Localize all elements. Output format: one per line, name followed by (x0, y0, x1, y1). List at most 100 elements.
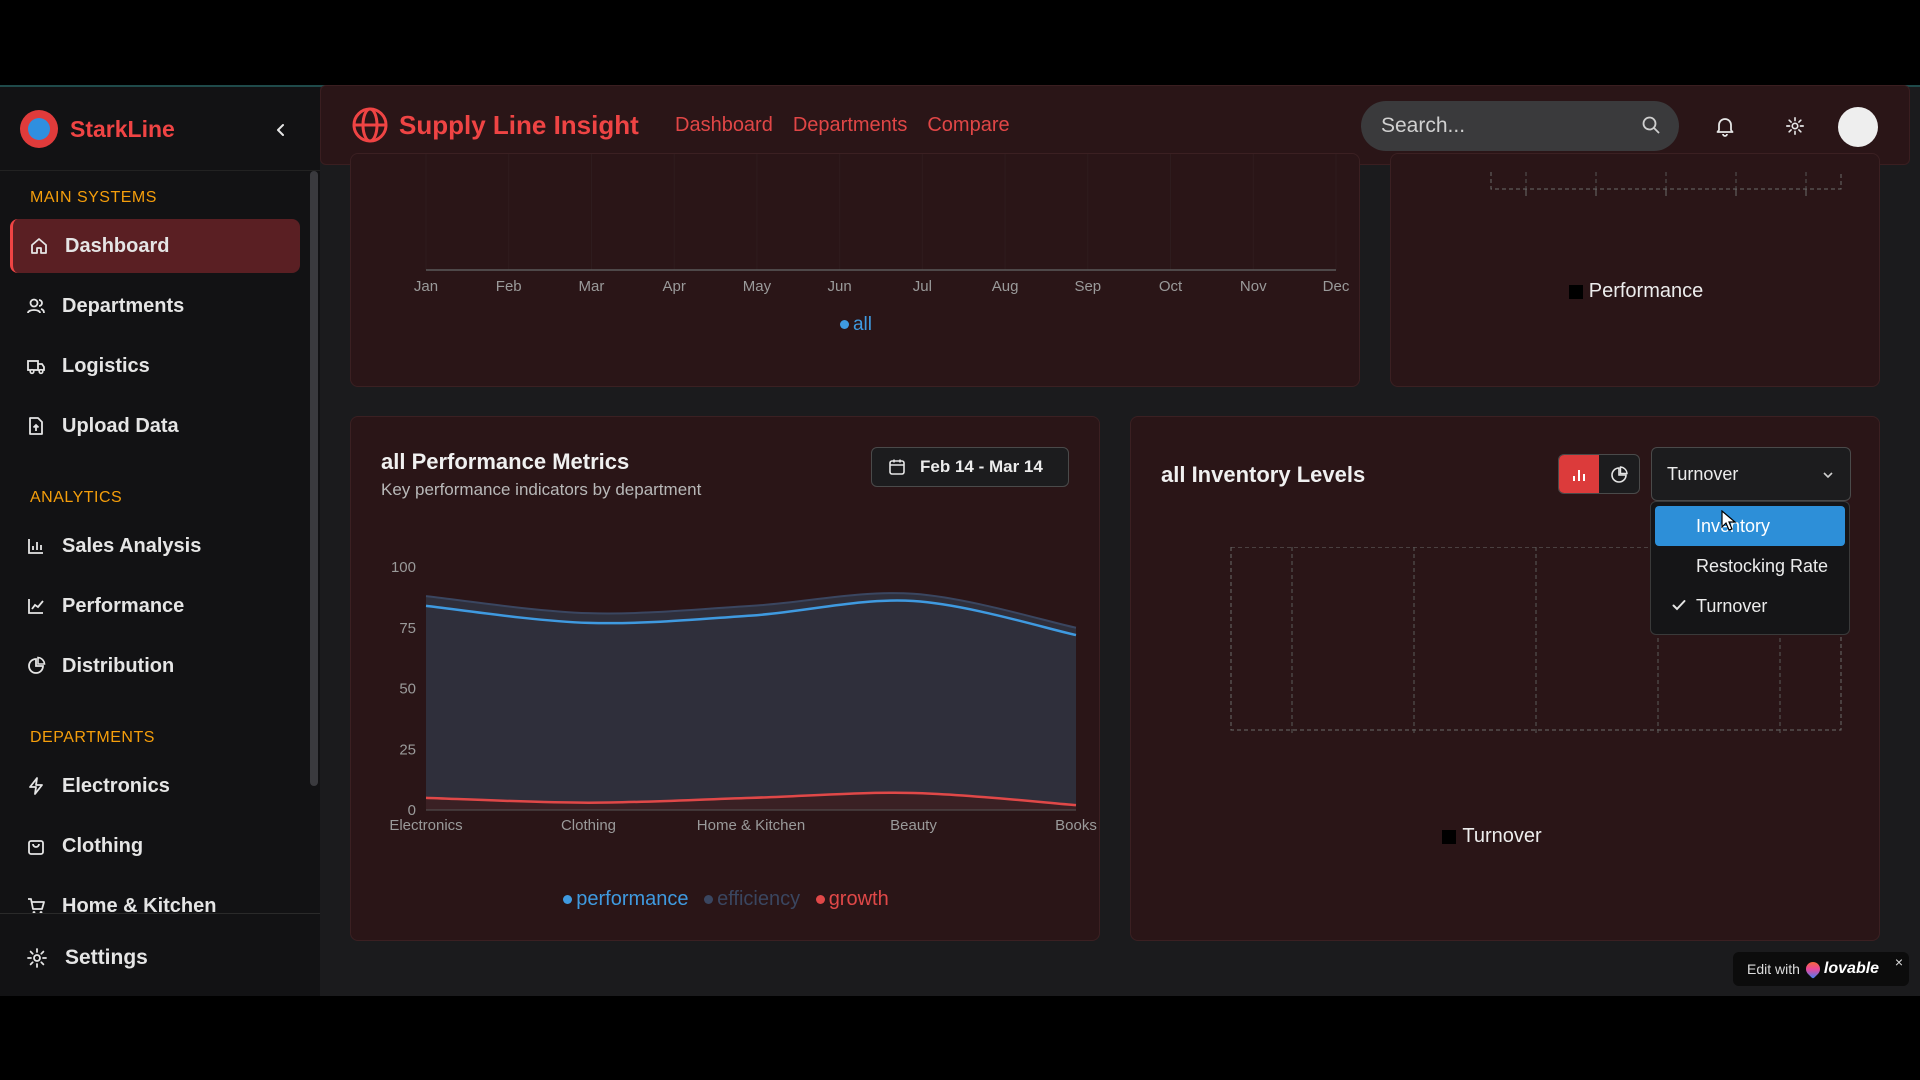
y-tick-label: 25 (399, 741, 416, 758)
check-icon (1671, 597, 1687, 618)
select-value: Turnover (1667, 463, 1739, 484)
users-icon (25, 295, 47, 317)
chart-legend: performance efficiency growth (351, 888, 1101, 911)
header-brand[interactable]: Supply Line Insight (351, 106, 639, 144)
x-tick-label: Jan (414, 278, 438, 295)
legend-performance[interactable]: performance (563, 888, 689, 910)
x-tick-label: Oct (1159, 278, 1183, 295)
legend-label: Turnover (1462, 825, 1542, 847)
home-icon (28, 235, 50, 257)
nav-link-compare[interactable]: Compare (927, 114, 1009, 137)
option-turnover[interactable]: Turnover (1655, 586, 1845, 626)
lightning-icon (25, 775, 47, 797)
sidebar-item-label: Performance (62, 594, 185, 617)
sidebar-item-departments[interactable]: Departments (10, 279, 300, 333)
x-tick-label: Dec (1323, 278, 1350, 295)
sidebar-item-label: Departments (62, 294, 185, 317)
x-tick-label: Jul (913, 278, 932, 295)
x-tick-label: Aug (992, 278, 1019, 295)
brand-logo-icon (20, 110, 58, 148)
sidebar-item-performance[interactable]: Performance (10, 579, 300, 633)
sidebar-item-upload-data[interactable]: Upload Data (10, 399, 300, 453)
legend-performance[interactable]: Performance (1391, 280, 1881, 303)
sidebar-item-dashboard[interactable]: Dashboard (10, 219, 300, 273)
y-tick-label: 50 (399, 681, 416, 698)
x-tick-label: Electronics (389, 817, 462, 834)
page-title: Supply Line Insight (399, 109, 639, 140)
metric-dropdown: Inventory Restocking Rate Turnover (1650, 501, 1850, 635)
pie-chart-toggle[interactable] (1599, 455, 1639, 493)
x-tick-label: Clothing (561, 817, 616, 834)
file-upload-icon (25, 415, 47, 437)
sidebar-item-logistics[interactable]: Logistics (10, 339, 300, 393)
sidebar-item-label: Clothing (62, 834, 144, 857)
settings-link[interactable]: Settings (25, 938, 148, 978)
pie-chart-icon (1611, 466, 1628, 483)
sidebar-item-distribution[interactable]: Distribution (10, 639, 300, 693)
legend-all[interactable]: all (351, 314, 1361, 336)
badge-prefix: Edit with (1747, 961, 1800, 977)
chevron-down-icon (1821, 466, 1835, 487)
x-tick-label: May (743, 278, 772, 295)
collapse-sidebar-button[interactable] (266, 115, 296, 145)
option-inventory[interactable]: Inventory (1655, 506, 1845, 546)
option-label: Restocking Rate (1696, 555, 1829, 576)
search-box (1361, 101, 1679, 151)
x-tick-label: Beauty (890, 817, 937, 834)
gear-icon (25, 946, 49, 970)
monthly-chart-card: Jan Feb Mar Apr May Jun Jul Aug Sep Oct Nov Dec all (350, 153, 1360, 387)
settings-label: Settings (65, 946, 148, 969)
sidebar-item-label: Sales Analysis (62, 534, 202, 557)
inventory-levels-card: all Inventory Levels Turnover Turnover (1130, 416, 1880, 941)
sidebar-item-sales-analysis[interactable]: Sales Analysis (10, 519, 300, 573)
bell-icon[interactable] (1713, 114, 1737, 138)
search-icon[interactable] (1641, 115, 1661, 140)
date-range-label: Feb 14 - Mar 14 (920, 457, 1043, 476)
sidebar-scrollbar[interactable] (310, 171, 318, 786)
option-restocking-rate[interactable]: Restocking Rate (1655, 546, 1845, 586)
close-icon[interactable]: × (1895, 954, 1903, 970)
monthly-chart: Jan Feb Mar Apr May Jun Jul Aug Sep Oct Nov Dec (414, 154, 1350, 295)
section-label-main: MAIN SYSTEMS (30, 189, 157, 206)
nav-link-departments[interactable]: Departments (793, 114, 908, 137)
sidebar-item-electronics[interactable]: Electronics (10, 759, 300, 813)
x-tick-label: Jun (828, 278, 852, 295)
series-area-efficiency (426, 593, 1076, 810)
edit-with-lovable-badge[interactable]: Edit with lovable × (1733, 952, 1909, 986)
date-range-picker[interactable]: Feb 14 - Mar 14 (871, 447, 1069, 487)
x-tick-label: Books (1055, 817, 1097, 834)
globe-icon (352, 107, 388, 143)
app-window: StarkLine MAIN SYSTEMS Dashboard Departm… (0, 85, 1920, 996)
x-tick-label: Nov (1240, 278, 1267, 295)
bar-chart-toggle[interactable] (1559, 455, 1599, 493)
gear-icon[interactable] (1783, 114, 1807, 138)
search-input[interactable] (1381, 114, 1631, 138)
pie-chart-icon (25, 655, 47, 677)
legend-turnover[interactable]: Turnover (1131, 825, 1853, 848)
section-label-analytics: ANALYTICS (30, 489, 123, 506)
nav-link-dashboard[interactable]: Dashboard (675, 114, 773, 137)
legend-growth[interactable]: growth (815, 888, 889, 910)
mouse-cursor-icon (1721, 510, 1737, 531)
option-label: Turnover (1696, 595, 1768, 616)
performance-bar-card: Performance (1390, 153, 1880, 387)
y-tick-label: 75 (399, 620, 416, 637)
badge-brand: lovable (1823, 960, 1880, 977)
header-nav: Dashboard Departments Compare (675, 114, 1010, 137)
sidebar-item-clothing[interactable]: Clothing (10, 819, 300, 873)
x-tick-label: Home & Kitchen (697, 817, 805, 834)
legend-efficiency[interactable]: efficiency (704, 888, 800, 910)
section-label-departments: DEPARTMENTS (30, 729, 155, 746)
performance-bar-chart (1490, 172, 1842, 196)
calendar-icon (888, 458, 906, 476)
sidebar-item-label: Logistics (62, 354, 150, 377)
avatar[interactable] (1838, 107, 1878, 147)
performance-area-chart: 1007550250Electronics Clothing Home & Kitc… (389, 559, 1097, 834)
legend-label: Performance (1588, 280, 1704, 302)
sidebar-item-label: Electronics (62, 774, 170, 797)
x-tick-label: Feb (496, 278, 522, 295)
performance-metrics-card: all Performance Metrics Key performance … (350, 416, 1100, 941)
brand[interactable]: StarkLine (20, 107, 175, 151)
bar-chart-icon (1573, 470, 1585, 481)
metric-select[interactable]: Turnover (1651, 447, 1851, 501)
